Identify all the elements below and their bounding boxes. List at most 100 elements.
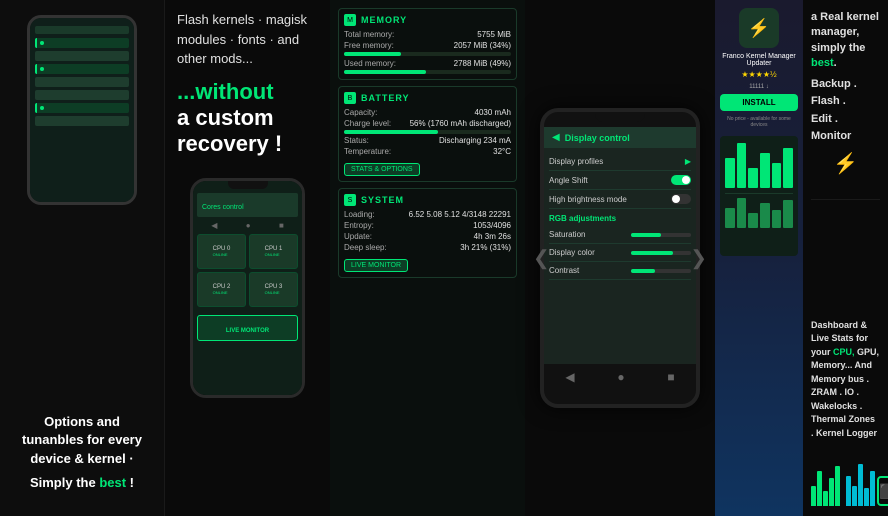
status-label: Status:	[344, 136, 369, 145]
phone-large-screen: ◀ Display control Display profiles ▶ Ang…	[544, 127, 696, 389]
cb6	[846, 476, 851, 506]
cpu0-label: CPU 0	[213, 246, 231, 252]
chart-divider	[725, 193, 793, 194]
chart-bars-1	[811, 456, 840, 506]
dashboard-title: Dashboard & Live Stats for your CPU, GPU…	[811, 319, 880, 441]
cpu0-status: ONLINE	[213, 252, 231, 257]
cb1	[811, 486, 816, 506]
system-title: SYSTEM	[361, 195, 404, 205]
col6-divider	[811, 199, 880, 200]
bar-3	[748, 168, 758, 188]
saturation-slider[interactable]	[631, 233, 691, 237]
display-color-slider[interactable]	[631, 251, 691, 255]
bar-4	[760, 153, 770, 188]
uptime-label: Update:	[344, 232, 372, 241]
cb9	[864, 488, 869, 506]
cb7	[852, 486, 857, 506]
bar-b1	[725, 208, 735, 228]
phone-menu-item-2[interactable]	[35, 64, 129, 74]
angle-shift-row[interactable]: Angle Shift	[549, 171, 691, 190]
contrast-row[interactable]: Contrast	[549, 262, 691, 280]
brightness-row[interactable]: High brightness mode	[549, 190, 691, 209]
battery-title: BATTERY	[361, 93, 410, 103]
edit-item: Edit .	[811, 111, 880, 129]
cpu1-cell: CPU 1 ONLINE	[249, 234, 298, 269]
contrast-fill	[631, 269, 655, 273]
phone-menu-item-6[interactable]	[35, 116, 129, 126]
memory-title: MEMORY	[361, 15, 407, 25]
col2-recovery: Flash kernels · magisk modules · fonts ·…	[165, 0, 330, 516]
uptime-value: 4h 3m 26s	[474, 232, 511, 241]
live-charts: ⬛	[811, 446, 880, 506]
contrast-label: Contrast	[549, 266, 579, 275]
saturation-label: Saturation	[549, 230, 585, 239]
phone-menu-item-3[interactable]	[35, 77, 129, 87]
angle-shift-toggle[interactable]	[671, 175, 691, 185]
used-memory-bar	[344, 70, 426, 74]
cpu2-status: ONLINE	[213, 290, 231, 295]
carousel-left-arrow[interactable]: ❮	[533, 246, 550, 271]
app-icon: ⚡	[739, 8, 779, 48]
bar-b2	[737, 198, 747, 228]
chart-bars-2	[846, 456, 875, 506]
capacity-value: 4030 mAh	[475, 108, 511, 117]
loading-value: 6.52 5.08 5.12 4/3148 22291	[409, 210, 511, 219]
install-button[interactable]: INSTALL	[720, 94, 798, 111]
cores-control-title: Cores control	[202, 204, 244, 211]
cb4	[829, 478, 834, 506]
app-screenshot	[720, 136, 798, 256]
brightness-toggle[interactable]	[671, 194, 691, 204]
col1-bottom-text: Options and tunanbles for every device &…	[8, 405, 156, 506]
charge-bar-container	[344, 130, 511, 134]
cb5	[835, 466, 840, 506]
col3-stats: M MEMORY Total memory: 5755 MiB Free mem…	[330, 0, 525, 516]
charge-bar	[344, 130, 438, 134]
display-color-row[interactable]: Display color	[549, 244, 691, 262]
used-memory-label: Used memory:	[344, 59, 396, 68]
feature-list: Backup . Flash . Edit . Monitor	[811, 76, 880, 146]
charge-value: 56% (1760 mAh discharged)	[410, 119, 511, 128]
free-memory-bar-container	[344, 52, 511, 56]
custom-recovery-text: a custom recovery !	[177, 105, 282, 156]
backup-item: Backup .	[811, 76, 880, 94]
charge-label: Charge level:	[344, 119, 391, 128]
best-label: best	[99, 475, 126, 490]
nav-circle-icon[interactable]: ●	[246, 221, 251, 230]
stats-options-btn[interactable]: STATS & OPTIONS	[344, 163, 420, 176]
system-icon: S	[344, 194, 356, 206]
nav-square-icon[interactable]: ■	[279, 221, 284, 230]
cpu2-label: CPU 2	[213, 284, 231, 290]
nav-recents-btn[interactable]: ■	[667, 370, 674, 384]
nav-back-btn[interactable]: ◀	[565, 370, 574, 384]
phone-menu-item-1[interactable]	[35, 51, 129, 61]
cpu-highlight: CPU,	[833, 347, 855, 357]
display-color-fill	[631, 251, 673, 255]
phone-menu-dashboard[interactable]	[35, 38, 129, 48]
phone-menu-item-4[interactable]	[35, 90, 129, 100]
display-profiles-arrow: ▶	[685, 157, 691, 166]
chip-icon: ⬛	[877, 476, 888, 506]
total-memory-label: Total memory:	[344, 30, 394, 39]
bar-b5	[772, 210, 782, 228]
live-monitor-btn[interactable]: LIVE MONITOR	[344, 259, 408, 272]
bar-6	[783, 148, 793, 188]
cb3	[823, 491, 828, 506]
nav-back-icon[interactable]: ◀	[211, 221, 217, 230]
live-monitor-btn-phone[interactable]: LIVE MONITOR	[226, 328, 269, 334]
phone-mockup-medium: Cores control ◀ ● ■ CPU 0 ONLINE	[190, 178, 305, 398]
display-profiles-row[interactable]: Display profiles ▶	[549, 153, 691, 171]
status-value: Discharging 234 mA	[439, 136, 511, 145]
col4-phone: ❮ ◀ Display control Display profiles ▶ A…	[525, 0, 715, 516]
bar-b4	[760, 203, 770, 228]
back-arrow[interactable]: ◀	[552, 132, 560, 143]
cb10	[870, 471, 875, 506]
memory-section: M MEMORY Total memory: 5755 MiB Free mem…	[338, 8, 517, 80]
nav-home-btn[interactable]: ●	[617, 370, 624, 384]
price-text: No price - available for some devices	[720, 116, 798, 128]
contrast-slider[interactable]	[631, 269, 691, 273]
phone-menu-item-5[interactable]	[35, 103, 129, 113]
carousel-right-arrow[interactable]: ❯	[690, 246, 707, 271]
phone-status-bar	[35, 26, 129, 34]
lightning-icon: ⚡	[811, 151, 880, 176]
saturation-row[interactable]: Saturation	[549, 226, 691, 244]
